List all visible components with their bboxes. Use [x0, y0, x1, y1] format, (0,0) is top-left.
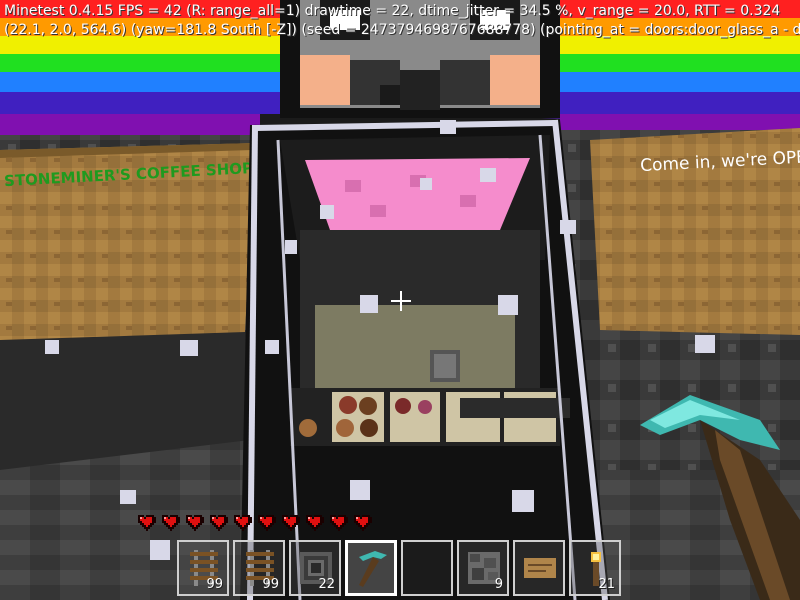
- sign-left: STONEMINER'S COFFEE SHOP: [0, 143, 255, 340]
- sign-right: Come in, we're OPEN: [590, 128, 800, 335]
- debug-info-line-2: (22.1, 2.0, 564.6) (yaw=181.8 South [-Z]…: [4, 22, 800, 38]
- crosshair-icon: [391, 291, 411, 311]
- hotbar-slot-6[interactable]: 9: [457, 540, 509, 596]
- heart-icon: [330, 515, 348, 531]
- health-bar: [136, 512, 374, 534]
- heart-icon: [234, 515, 252, 531]
- item-count: 99: [206, 577, 223, 592]
- heart-icon: [138, 515, 156, 531]
- item-count: 99: [262, 577, 279, 592]
- heart-icon: [354, 515, 372, 531]
- hotbar-slot-4[interactable]: [345, 540, 397, 596]
- item-count: 9: [494, 577, 503, 592]
- heart-icon: [210, 515, 228, 531]
- hotbar-slot-2[interactable]: 99: [233, 540, 285, 596]
- item-count: 22: [318, 577, 335, 592]
- heart-icon: [306, 515, 324, 531]
- heart-icon: [282, 515, 300, 531]
- heart-icon: [258, 515, 276, 531]
- hotbar-slot-1[interactable]: 99: [177, 540, 229, 596]
- hotbar-slot-3[interactable]: 22: [289, 540, 341, 596]
- hotbar-slot-5[interactable]: [401, 540, 453, 596]
- heart-icon: [162, 515, 180, 531]
- diamond-pickaxe-icon: [359, 551, 387, 587]
- debug-info-line-1: Minetest 0.4.15 FPS = 42 (R: range_all=1…: [4, 3, 781, 19]
- item-count: 21: [598, 577, 615, 592]
- heart-icon: [186, 515, 204, 531]
- hotbar-slot-8[interactable]: 21: [569, 540, 621, 596]
- sign-icon: [524, 558, 556, 578]
- hotbar[interactable]: 99 99 22 9 21: [177, 540, 625, 596]
- hotbar-slot-7[interactable]: [513, 540, 565, 596]
